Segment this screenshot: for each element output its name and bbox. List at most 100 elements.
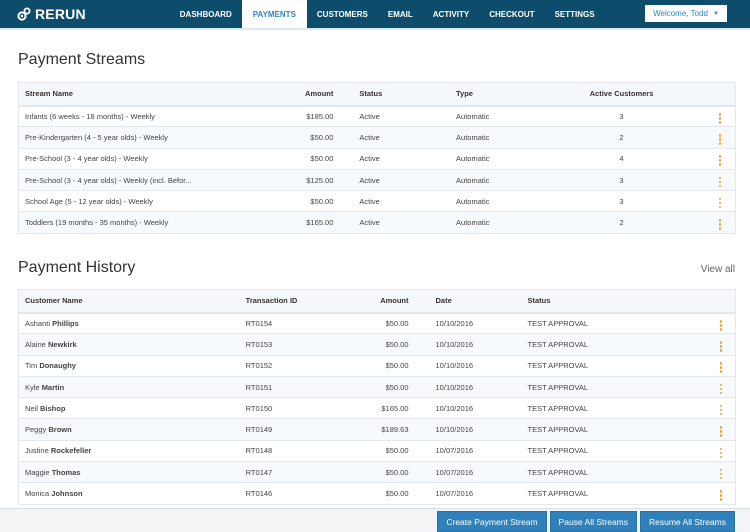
more-options-icon[interactable] <box>717 340 725 352</box>
stream-row[interactable]: Toddlers (19 months - 35 months) - Weekl… <box>18 211 736 234</box>
more-options-icon[interactable] <box>717 362 725 374</box>
stream-row[interactable]: Pre-School (3 - 4 year olds) - Weekly $50… <box>18 148 736 170</box>
history-row[interactable]: Neil Bishop RT0150 $165.00 10/10/2016 TEST A… <box>18 397 736 420</box>
column-header[interactable]: Active Customers <box>538 82 705 107</box>
stream-name[interactable]: Toddlers (19 months - 35 months) - Weekl… <box>18 211 251 234</box>
customer-first-name: Maggie <box>25 467 50 477</box>
stream-type: Automatic <box>450 169 539 192</box>
more-options-icon[interactable] <box>716 176 724 188</box>
column-header[interactable]: Amount <box>342 289 415 314</box>
column-header[interactable]: Date <box>414 289 522 314</box>
row-actions <box>706 397 736 420</box>
brand-logo[interactable]: RERUN <box>17 6 86 22</box>
more-options-icon[interactable] <box>716 155 724 167</box>
payment-history-title: Payment History <box>18 259 136 276</box>
more-options-icon[interactable] <box>717 383 725 395</box>
stream-name[interactable]: Pre-School (3 - 4 year olds) - Weekly (i… <box>18 169 251 192</box>
customer-name[interactable]: Justine Rockefeller <box>18 440 240 463</box>
column-header[interactable]: Type <box>450 82 539 107</box>
more-options-icon[interactable] <box>717 404 725 416</box>
stream-name[interactable]: Infants (6 weeks - 18 months) - Weekly <box>18 105 251 128</box>
row-actions <box>706 376 736 399</box>
stream-amount: $185.00 <box>250 105 340 128</box>
stream-name[interactable]: Pre-School (3 - 4 year olds) - Weekly <box>18 148 251 170</box>
payment-history-table: Customer Name Transaction ID Amount Date… <box>18 289 736 505</box>
more-options-icon[interactable] <box>717 468 725 480</box>
payment-streams-table: Stream Name Amount Status Type Active Cu… <box>18 82 736 234</box>
customer-name[interactable]: Kyle Martin <box>18 376 240 399</box>
stream-type: Automatic <box>450 105 539 128</box>
customer-last-name: Johnson <box>51 489 83 499</box>
transaction-status: TEST APPROVAL <box>521 397 707 420</box>
stream-row[interactable]: Pre-School (3 - 4 year olds) - Weekly (i… <box>18 169 736 192</box>
tab-payments[interactable]: PAYMENTS <box>241 0 307 28</box>
transaction-amount: $50.00 <box>342 482 415 505</box>
more-options-icon[interactable] <box>716 133 724 145</box>
customer-last-name: Rockefeller <box>50 446 92 456</box>
customer-first-name: Alaine <box>25 339 46 349</box>
customer-name[interactable]: Maggie Thomas <box>18 461 240 484</box>
customer-name[interactable]: Alaine Newkirk <box>18 333 240 356</box>
row-actions <box>706 312 736 335</box>
history-row[interactable]: Peggy Brown RT0149 $189.63 10/10/2016 TEST A… <box>18 418 736 441</box>
more-options-icon[interactable] <box>716 197 724 209</box>
transaction-status: TEST APPROVAL <box>521 418 707 441</box>
stream-row[interactable]: Infants (6 weeks - 18 months) - Weekly $1… <box>18 105 736 128</box>
stream-active-customers: 3 <box>538 169 705 192</box>
column-header[interactable]: Stream Name <box>18 82 251 107</box>
stream-status: Active <box>339 148 451 170</box>
stream-row[interactable]: Pre-Kindergarten (4 - 5 year olds) - Wee… <box>18 126 736 149</box>
more-options-icon[interactable] <box>717 489 725 501</box>
history-row[interactable]: Tim Donaughy RT0152 $50.00 10/10/2016 TEST A… <box>18 355 736 377</box>
stream-name[interactable]: School Age (5 - 12 year olds) - Weekly <box>18 190 251 213</box>
row-actions <box>704 190 736 213</box>
column-header[interactable]: Amount <box>250 82 340 107</box>
row-actions <box>704 105 736 128</box>
more-options-icon[interactable] <box>717 319 725 331</box>
tab-settings[interactable]: SETTINGS <box>545 0 605 28</box>
more-options-icon[interactable] <box>716 219 724 231</box>
main-nav: DASHBOARD PAYMENTS CUSTOMERS EMAIL ACTIV… <box>170 0 605 28</box>
history-row[interactable]: Ashanti Phillips RT0154 $50.00 10/10/2016 TE… <box>18 312 736 335</box>
customer-name[interactable]: Peggy Brown <box>18 418 240 441</box>
table-header-row: Customer Name Transaction ID Amount Date… <box>18 289 736 314</box>
history-row[interactable]: Monica Johnson RT0146 $50.00 10/07/2016 TEST… <box>18 482 736 505</box>
transaction-id: RT0147 <box>239 461 343 484</box>
column-header[interactable]: Customer Name <box>18 289 240 314</box>
tab-checkout[interactable]: CHECKOUT <box>479 0 544 28</box>
stream-status: Active <box>339 169 451 192</box>
history-row[interactable]: Alaine Newkirk RT0153 $50.00 10/10/2016 TEST… <box>18 333 736 356</box>
transaction-amount: $189.63 <box>342 418 415 441</box>
tab-customers[interactable]: CUSTOMERS <box>307 0 378 28</box>
column-header[interactable]: Transaction ID <box>239 289 343 314</box>
history-row[interactable]: Justine Rockefeller RT0148 $50.00 10/07/201… <box>18 440 736 463</box>
stream-status: Active <box>339 126 451 149</box>
history-row[interactable]: Kyle Martin RT0151 $50.00 10/10/2016 TEST AP… <box>18 376 736 399</box>
stream-type: Automatic <box>450 190 539 213</box>
create-payment-stream-button[interactable]: Create Payment Stream <box>437 511 547 532</box>
customer-name[interactable]: Ashanti Phillips <box>18 312 240 335</box>
user-menu-button[interactable]: Welcome, Todd ▼ <box>645 5 727 22</box>
transaction-amount: $50.00 <box>342 333 415 356</box>
tab-dashboard[interactable]: DASHBOARD <box>170 0 242 28</box>
column-header[interactable]: Status <box>339 82 451 107</box>
column-header[interactable]: Status <box>521 289 707 314</box>
customer-name[interactable]: Monica Johnson <box>18 482 240 505</box>
more-options-icon[interactable] <box>717 426 725 438</box>
more-options-icon[interactable] <box>717 447 725 459</box>
navbar-divider <box>0 28 750 30</box>
transaction-amount: $50.00 <box>342 312 415 335</box>
history-row[interactable]: Maggie Thomas RT0147 $50.00 10/07/2016 TEST … <box>18 461 736 484</box>
tab-activity[interactable]: ACTIVITY <box>423 0 479 28</box>
more-options-icon[interactable] <box>716 112 724 124</box>
customer-name[interactable]: Tim Donaughy <box>18 355 240 377</box>
pause-all-streams-button[interactable]: Pause All Streams <box>549 511 637 532</box>
stream-row[interactable]: School Age (5 - 12 year olds) - Weekly $5… <box>18 190 736 213</box>
stream-name[interactable]: Pre-Kindergarten (4 - 5 year olds) - Wee… <box>18 126 251 149</box>
resume-all-streams-button[interactable]: Resume All Streams <box>640 511 735 532</box>
view-all-link[interactable]: View all <box>701 264 735 275</box>
tab-email[interactable]: EMAIL <box>378 0 423 28</box>
customer-name[interactable]: Neil Bishop <box>18 397 240 420</box>
row-actions <box>706 418 736 441</box>
stream-status: Active <box>339 211 451 234</box>
